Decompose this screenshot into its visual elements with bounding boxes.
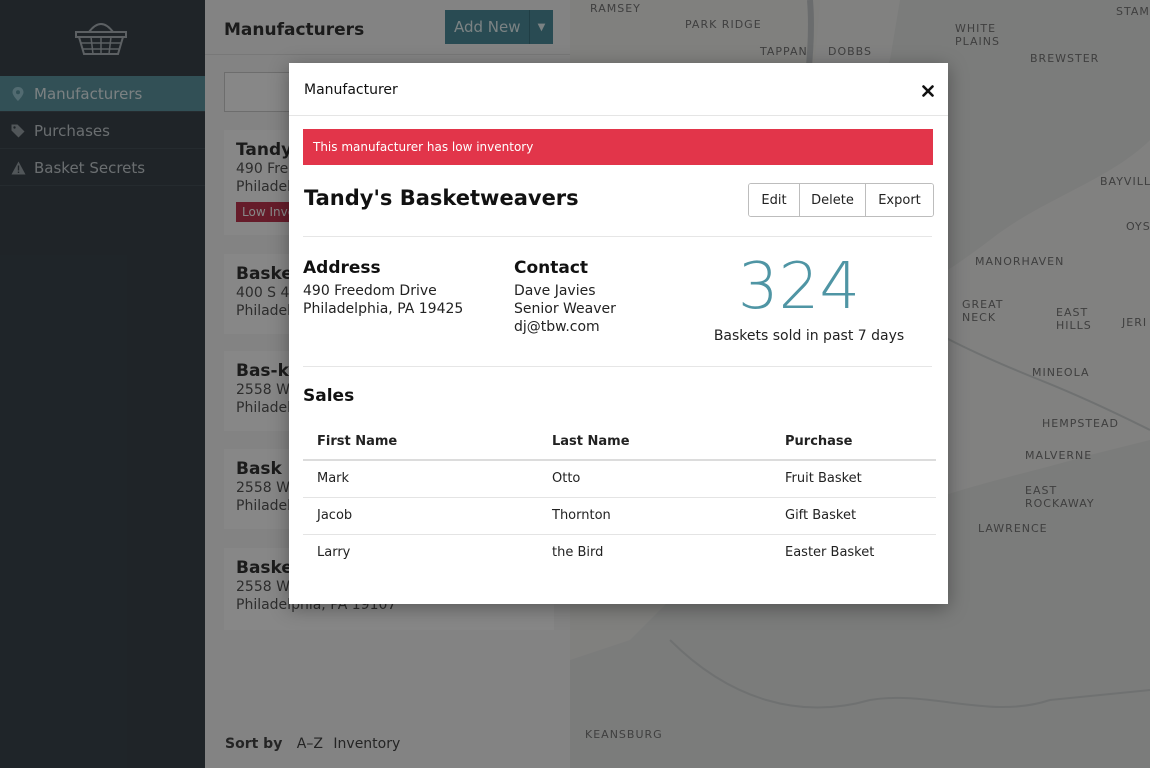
manufacturer-name: Tandy's Basketweavers	[304, 186, 579, 210]
modal-header: Manufacturer	[289, 63, 948, 116]
address-block: 490 Freedom Drive Philadelphia, PA 19425	[303, 282, 463, 318]
export-button[interactable]: Export	[866, 184, 933, 216]
contact-heading: Contact	[514, 258, 589, 278]
sales-heading: Sales	[303, 386, 355, 406]
manufacturer-modal: Manufacturer This manufacturer has low i…	[289, 63, 948, 604]
divider	[303, 366, 932, 367]
contact-role: Senior Weaver	[514, 301, 616, 317]
action-button-group: Edit Delete Export	[748, 183, 934, 217]
address-line-1: 490 Freedom Drive	[303, 283, 437, 299]
cell-purchase: Easter Basket	[785, 545, 875, 561]
contact-block: Dave Javies Senior Weaver dj@tbw.com	[514, 282, 616, 336]
close-icon[interactable]	[919, 82, 937, 100]
cell-last-name: Otto	[538, 460, 771, 498]
sales-table: First Name Last Name Purchase Mark Otto …	[303, 424, 936, 571]
cell-first-name: Jacob	[303, 497, 538, 535]
cell-last-name: Thornton	[538, 497, 771, 535]
table-row: Larry the Bird Easter Basket	[303, 534, 936, 571]
cell-purchase: Gift Basket	[771, 497, 936, 535]
low-inventory-alert: This manufacturer has low inventory	[303, 129, 933, 165]
contact-name: Dave Javies	[514, 283, 596, 299]
column-header-last-name: Last Name	[538, 424, 771, 461]
cell-last-name: the Bird	[552, 545, 604, 561]
contact-email[interactable]: dj@tbw.com	[514, 318, 616, 336]
divider	[303, 236, 932, 237]
table-header-row: First Name Last Name Purchase	[303, 424, 936, 461]
baskets-sold-caption: Baskets sold in past 7 days	[713, 328, 905, 344]
delete-button[interactable]: Delete	[800, 184, 866, 216]
table-row: Mark Otto Fruit Basket	[303, 460, 936, 498]
cell-first-name: Mark	[303, 460, 538, 498]
column-header-first-name: First Name	[303, 424, 538, 461]
address-heading: Address	[303, 258, 381, 278]
modal-title: Manufacturer	[304, 82, 398, 98]
baskets-sold-count: 324	[737, 250, 861, 324]
cell-purchase: Fruit Basket	[771, 460, 936, 498]
cell-first-name: Larry	[317, 545, 351, 561]
table-row: Jacob Thornton Gift Basket	[303, 497, 936, 535]
address-line-2: Philadelphia, PA 19425	[303, 301, 464, 317]
edit-button[interactable]: Edit	[749, 184, 800, 216]
column-header-purchase: Purchase	[771, 424, 936, 461]
